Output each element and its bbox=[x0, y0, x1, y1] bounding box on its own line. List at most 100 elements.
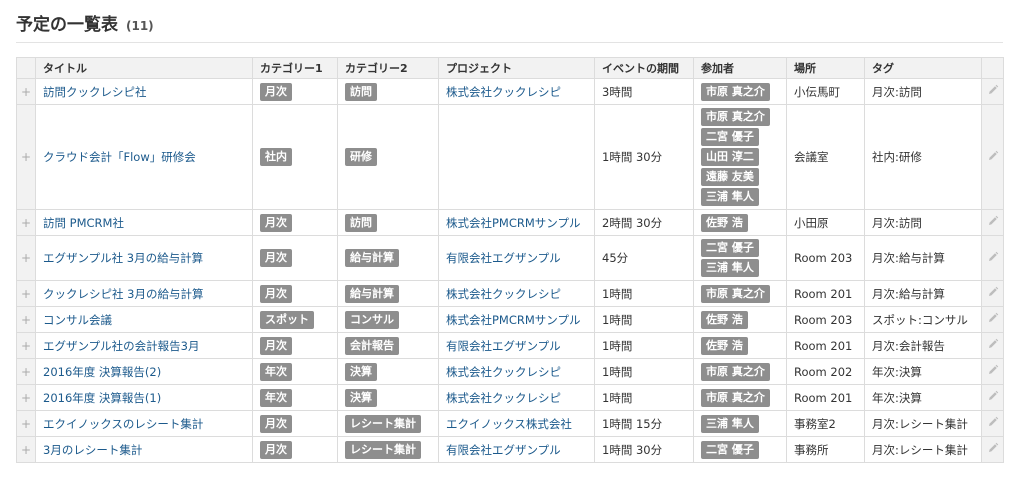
participant-badge[interactable]: 山田 淳二 bbox=[701, 148, 759, 166]
expand-cell[interactable]: + bbox=[16, 358, 36, 385]
pencil-icon[interactable] bbox=[987, 84, 999, 99]
participant-badge[interactable]: 市原 真之介 bbox=[701, 82, 770, 101]
event-title-link[interactable]: エグザンプル社の会計報告3月 bbox=[43, 339, 199, 353]
participant-badge[interactable]: 市原 真之介 bbox=[701, 388, 770, 407]
pencil-icon[interactable] bbox=[987, 442, 999, 457]
table-row[interactable]: + 訪問 PMCRM社 月次 訪問 株式会社PMCRMサンプル 2時間 30分 … bbox=[16, 209, 1004, 236]
expand-cell[interactable]: + bbox=[16, 306, 36, 333]
edit-cell[interactable] bbox=[981, 332, 1004, 359]
edit-cell[interactable] bbox=[981, 410, 1004, 437]
event-title-link[interactable]: 3月のレシート集計 bbox=[43, 443, 142, 457]
edit-cell[interactable] bbox=[981, 235, 1004, 281]
expand-cell[interactable]: + bbox=[16, 384, 36, 411]
column-header-place[interactable]: 場所 bbox=[786, 57, 865, 79]
event-title-link[interactable]: 2016年度 決算報告(2) bbox=[43, 365, 161, 379]
table-row[interactable]: + 2016年度 決算報告(2) 年次 決算 株式会社クックレシピ 1時間 市原… bbox=[16, 358, 1004, 385]
event-title-link[interactable]: コンサル会議 bbox=[43, 313, 112, 327]
pencil-icon[interactable] bbox=[987, 338, 999, 353]
event-title-link[interactable]: クラウド会計「Flow」研修会 bbox=[43, 150, 196, 164]
project-link[interactable]: 株式会社クックレシピ bbox=[446, 391, 561, 405]
edit-cell[interactable] bbox=[981, 209, 1004, 236]
participant-badge[interactable]: 佐野 浩 bbox=[701, 336, 748, 355]
participant-badge[interactable]: 佐野 浩 bbox=[701, 310, 748, 329]
participant-badge[interactable]: 遠藤 友美 bbox=[701, 168, 759, 186]
column-header-project[interactable]: プロジェクト bbox=[438, 57, 595, 79]
table-row[interactable]: + コンサル会議 スポット コンサル 株式会社PMCRMサンプル 1時間 佐野 … bbox=[16, 306, 1004, 333]
project-link[interactable]: 株式会社PMCRMサンプル bbox=[446, 313, 580, 327]
expand-cell[interactable]: + bbox=[16, 78, 36, 105]
project-link[interactable]: 株式会社クックレシピ bbox=[446, 287, 561, 301]
edit-cell[interactable] bbox=[981, 104, 1004, 210]
participant-badge[interactable]: 三浦 隼人 bbox=[701, 188, 759, 206]
pencil-icon[interactable] bbox=[987, 251, 999, 266]
edit-cell[interactable] bbox=[981, 358, 1004, 385]
event-title-link[interactable]: 訪問 PMCRM社 bbox=[43, 216, 124, 230]
event-title-link[interactable]: エクイノックスのレシート集計 bbox=[43, 417, 203, 431]
project-link[interactable]: 有限会社エグザンプル bbox=[446, 251, 561, 265]
participant-badge[interactable]: 三浦 隼人 bbox=[701, 414, 759, 433]
expand-cell[interactable]: + bbox=[16, 332, 36, 359]
edit-cell[interactable] bbox=[981, 306, 1004, 333]
table-row[interactable]: + クックレシピ社 3月の給与計算 月次 給与計算 株式会社クックレシピ 1時間… bbox=[16, 280, 1004, 307]
project-link[interactable]: 有限会社エグザンプル bbox=[446, 339, 561, 353]
pencil-icon[interactable] bbox=[987, 364, 999, 379]
pencil-icon[interactable] bbox=[987, 312, 999, 327]
plus-icon[interactable]: + bbox=[21, 391, 31, 405]
participant-badge[interactable]: 二宮 優子 bbox=[701, 440, 759, 459]
participant-badge[interactable]: 市原 真之介 bbox=[701, 284, 770, 303]
plus-icon[interactable]: + bbox=[21, 150, 31, 164]
pencil-icon[interactable] bbox=[987, 416, 999, 431]
project-link[interactable]: 株式会社クックレシピ bbox=[446, 85, 561, 99]
participant-badge[interactable]: 市原 真之介 bbox=[701, 362, 770, 381]
column-header-title[interactable]: タイトル bbox=[35, 57, 253, 79]
expand-cell[interactable]: + bbox=[16, 209, 36, 236]
pencil-icon[interactable] bbox=[987, 215, 999, 230]
table-row[interactable]: + エクイノックスのレシート集計 月次 レシート集計 エクイノックス株式会社 1… bbox=[16, 410, 1004, 437]
plus-icon[interactable]: + bbox=[21, 313, 31, 327]
plus-icon[interactable]: + bbox=[21, 287, 31, 301]
expand-cell[interactable]: + bbox=[16, 436, 36, 463]
plus-icon[interactable]: + bbox=[21, 339, 31, 353]
expand-cell[interactable]: + bbox=[16, 104, 36, 210]
project-link[interactable]: エクイノックス株式会社 bbox=[446, 417, 572, 431]
project-link[interactable]: 有限会社エグザンプル bbox=[446, 443, 561, 457]
expand-cell[interactable]: + bbox=[16, 280, 36, 307]
plus-icon[interactable]: + bbox=[21, 251, 31, 265]
pencil-icon[interactable] bbox=[987, 390, 999, 405]
table-row[interactable]: + 訪問クックレシピ社 月次 訪問 株式会社クックレシピ 3時間 市原 真之介 … bbox=[16, 78, 1004, 105]
edit-cell[interactable] bbox=[981, 280, 1004, 307]
event-title-link[interactable]: クックレシピ社 3月の給与計算 bbox=[43, 287, 203, 301]
edit-cell[interactable] bbox=[981, 78, 1004, 105]
column-header-category2[interactable]: カテゴリー2 bbox=[337, 57, 439, 79]
edit-cell[interactable] bbox=[981, 436, 1004, 463]
table-row[interactable]: + エグザンプル社の会計報告3月 月次 会計報告 有限会社エグザンプル 1時間 … bbox=[16, 332, 1004, 359]
expand-cell[interactable]: + bbox=[16, 410, 36, 437]
table-row[interactable]: + 2016年度 決算報告(1) 年次 決算 株式会社クックレシピ 1時間 市原… bbox=[16, 384, 1004, 411]
expand-cell[interactable]: + bbox=[16, 235, 36, 281]
plus-icon[interactable]: + bbox=[21, 443, 31, 457]
plus-icon[interactable]: + bbox=[21, 365, 31, 379]
plus-icon[interactable]: + bbox=[21, 85, 31, 99]
pencil-icon[interactable] bbox=[987, 150, 999, 165]
table-row[interactable]: + 3月のレシート集計 月次 レシート集計 有限会社エグザンプル 1時間 30分… bbox=[16, 436, 1004, 463]
plus-icon[interactable]: + bbox=[21, 216, 31, 230]
project-link[interactable]: 株式会社クックレシピ bbox=[446, 365, 561, 379]
event-title-link[interactable]: エグザンプル社 3月の給与計算 bbox=[43, 251, 203, 265]
table-row[interactable]: + クラウド会計「Flow」研修会 社内 研修 1時間 30分 市原 真之介 二宮… bbox=[16, 104, 1004, 210]
column-header-participants[interactable]: 参加者 bbox=[693, 57, 787, 79]
event-title-link[interactable]: 訪問クックレシピ社 bbox=[43, 85, 147, 99]
edit-cell[interactable] bbox=[981, 384, 1004, 411]
plus-icon[interactable]: + bbox=[21, 417, 31, 431]
participant-badge[interactable]: 二宮 優子 bbox=[701, 128, 759, 146]
project-link[interactable]: 株式会社PMCRMサンプル bbox=[446, 216, 580, 230]
column-header-duration[interactable]: イベントの期間 bbox=[594, 57, 694, 79]
table-row[interactable]: + エグザンプル社 3月の給与計算 月次 給与計算 有限会社エグザンプル 45分… bbox=[16, 235, 1004, 281]
event-title-link[interactable]: 2016年度 決算報告(1) bbox=[43, 391, 161, 405]
column-header-category1[interactable]: カテゴリー1 bbox=[252, 57, 338, 79]
participant-badge[interactable]: 市原 真之介 bbox=[701, 108, 770, 126]
participant-badge[interactable]: 佐野 浩 bbox=[701, 213, 748, 232]
column-header-tag[interactable]: タグ bbox=[864, 57, 982, 79]
participant-badge[interactable]: 二宮 優子 bbox=[701, 239, 759, 257]
participant-badge[interactable]: 三浦 隼人 bbox=[701, 259, 759, 277]
pencil-icon[interactable] bbox=[987, 286, 999, 301]
